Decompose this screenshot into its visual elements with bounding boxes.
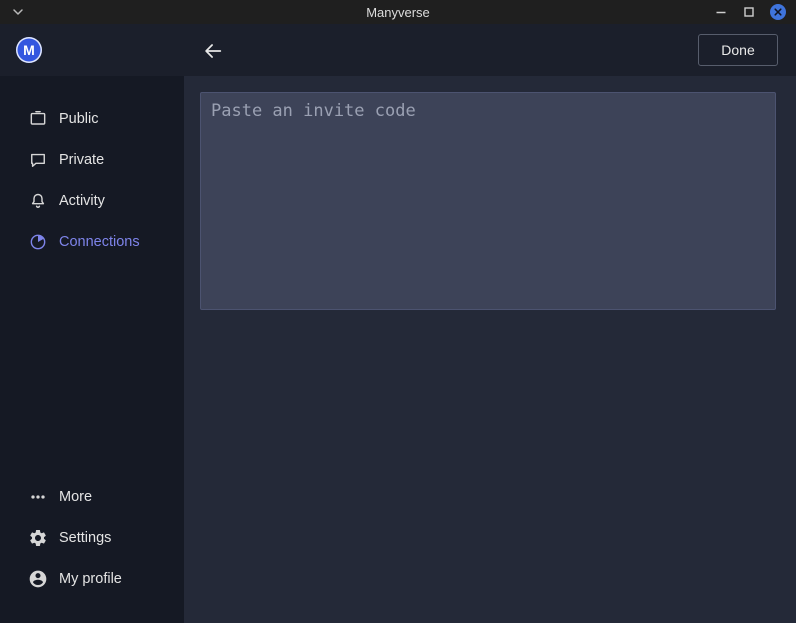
app-header: M Done	[0, 24, 796, 76]
done-button[interactable]: Done	[698, 34, 778, 66]
minimize-icon	[715, 6, 727, 18]
minimize-button[interactable]	[714, 5, 728, 19]
person-circle-icon	[28, 569, 48, 589]
sidebar-item-activity[interactable]: Activity	[0, 180, 184, 221]
window-controls	[714, 0, 786, 24]
main-content	[184, 76, 796, 623]
back-button[interactable]	[200, 38, 226, 64]
bulletin-board-icon	[28, 109, 48, 129]
message-bubble-icon	[28, 150, 48, 170]
sidebar: Public Private Activity Connections	[0, 76, 184, 623]
gear-icon	[28, 528, 48, 548]
invite-code-input[interactable]	[200, 92, 776, 310]
sidebar-item-private[interactable]: Private	[0, 139, 184, 180]
restore-icon	[743, 6, 755, 18]
sidebar-item-label: Private	[59, 152, 104, 168]
sidebar-item-connections[interactable]: Connections	[0, 221, 184, 262]
sidebar-item-settings[interactable]: Settings	[0, 517, 184, 558]
close-icon	[774, 8, 782, 16]
restore-button[interactable]	[742, 5, 756, 19]
window-title: Manyverse	[0, 5, 796, 20]
back-arrow-icon	[202, 40, 224, 62]
dots-horizontal-icon	[28, 487, 48, 507]
bell-icon	[28, 191, 48, 211]
sidebar-bottom-group: More Settings My profile	[0, 476, 184, 599]
sidebar-item-label: Public	[59, 111, 99, 127]
logo-letter: M	[23, 42, 35, 58]
titlebar: Manyverse	[0, 0, 796, 24]
manyverse-window: Manyverse M Done	[0, 0, 796, 623]
sidebar-item-label: Activity	[59, 193, 105, 209]
close-button[interactable]	[770, 4, 786, 20]
manyverse-logo: M	[16, 37, 42, 63]
sidebar-item-more[interactable]: More	[0, 476, 184, 517]
sidebar-top-group: Public Private Activity Connections	[0, 76, 184, 262]
sidebar-item-label: Settings	[59, 530, 111, 546]
swarm-connections-icon	[28, 232, 48, 252]
sidebar-item-label: Connections	[59, 234, 140, 250]
sidebar-item-public[interactable]: Public	[0, 98, 184, 139]
sidebar-item-label: More	[59, 489, 92, 505]
sidebar-item-label: My profile	[59, 571, 122, 587]
sidebar-item-my-profile[interactable]: My profile	[0, 558, 184, 599]
menu-chevron-icon[interactable]	[12, 0, 24, 24]
